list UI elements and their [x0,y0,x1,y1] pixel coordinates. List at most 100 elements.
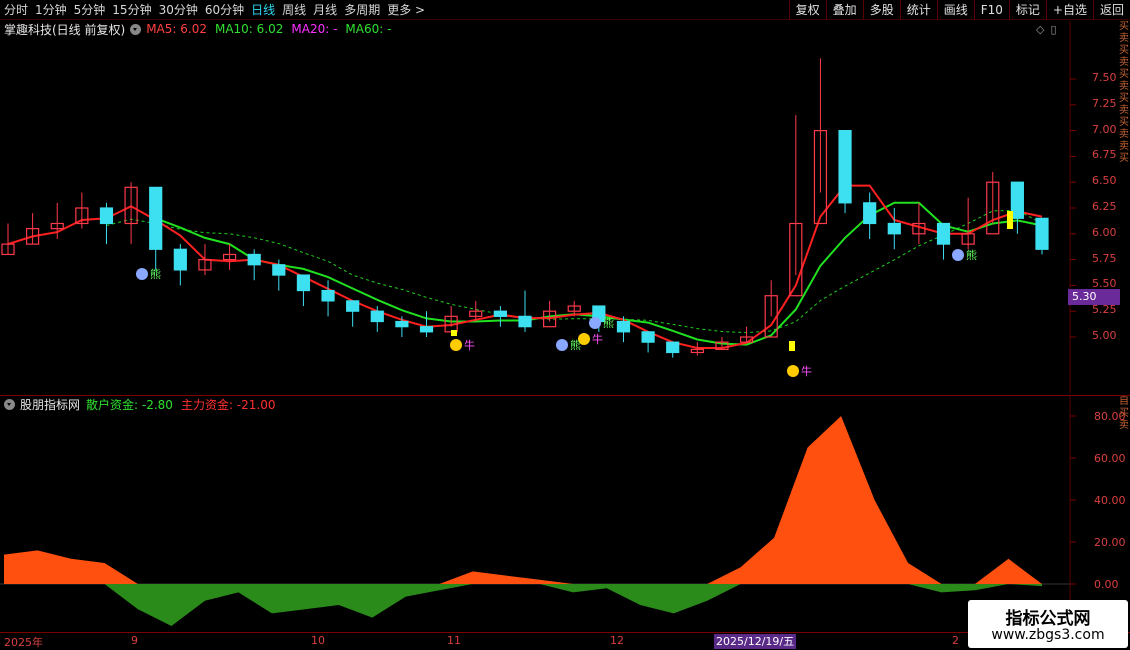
top-toolbar: 分时 1分钟 5分钟 15分钟 30分钟 60分钟 日线 周线 月线 多周期 更多 > 复权 叠加 多股… [0,0,1130,20]
tab-1[interactable]: 1分钟 [35,0,67,20]
candlestick-chart[interactable]: 熊熊熊牛 牛牛熊 [0,21,1130,393]
main-fund-area [4,416,1042,584]
bear-signal-icon: 熊 [952,248,977,262]
signal-label: 熊 [150,267,161,281]
stock-name: 掌趣科技(日线 前复权) [4,22,126,37]
candle-body [419,326,434,333]
panel-corner-icons: ◇ ▯ [1036,23,1057,36]
main-fund-label: 主力资金: -21.00 [180,397,276,412]
indicator-menu-icon[interactable] [4,398,15,410]
ma-label-3: MA60: - [345,22,392,36]
date-cursor-label: 2025/12/19/五 [714,634,797,649]
signal-label: 牛 [592,332,603,346]
candle-body [149,186,163,250]
diamond-icon[interactable]: ◇ [1036,23,1044,36]
tab-0[interactable]: 分时 [4,0,28,20]
tab-4[interactable]: 30分钟 [159,0,198,20]
price-tick-label: 7.50 [1092,71,1117,84]
candle-body [1035,217,1049,250]
price-tick-label: 5.00 [1092,329,1117,342]
signal-label: 熊 [570,338,581,352]
indicator-dropdown-icon[interactable] [130,23,142,35]
signal-marker-bar [451,330,457,336]
bear-signal-icon: 熊 [556,338,581,352]
candle-body [641,331,655,343]
candle-body [272,264,286,276]
toolbar-button-0[interactable]: 复权 [788,0,826,20]
fund-flow-chart[interactable] [0,396,1130,633]
price-tick-label: 5.75 [1092,251,1117,265]
toolbar-right-buttons: 复权 叠加 多股 统计 画线 F10 标记 +自选 返回 [788,0,1130,20]
indicator-panel[interactable]: 股朋指标网 散户资金: -2.80 主力资金: -21.00 80.00 60.0… [0,395,1130,633]
price-tick-label: 6.00 [1092,225,1117,239]
candle-body [321,289,335,302]
tab-8[interactable]: 月线 [313,0,337,20]
tab-7[interactable]: 周线 [282,0,306,20]
indicator-tick-label: 0.00 [1094,578,1119,591]
toolbar-button-3[interactable]: 统计 [899,0,937,20]
candle-body [936,222,951,245]
tab-5[interactable]: 60分钟 [205,0,244,20]
toolbar-button-6[interactable]: 标记 [1008,0,1046,20]
bull-signal-icon: 牛 [787,364,812,378]
tab-2[interactable]: 5分钟 [74,0,106,20]
site-watermark: 指标公式网 www.zbgs3.com [968,600,1128,648]
signal-label: 熊 [603,316,614,330]
toolbar-button-2[interactable]: 多股 [862,0,900,20]
tab-6[interactable]: 日线 [251,0,275,20]
side-signal-strip-2: 自买卖 [1119,396,1129,431]
current-price-label: 5.30 [1068,289,1120,305]
period-tabs: 分时 1分钟 5分钟 15分钟 30分钟 60分钟 日线 周线 月线 多周期 更多 > [4,0,432,20]
tab-3[interactable]: 15分钟 [112,0,151,20]
candle-body [173,248,187,271]
signal-label: 牛 [464,338,475,352]
price-panel[interactable]: 熊熊熊牛牛牛熊 掌趣科技(日线 前复权) MA5: 6.02 MA10: 6.02… [0,21,1130,393]
bull-signal-icon: 牛 [578,332,603,346]
candle-body [346,300,360,312]
date-label-4: 12 [610,634,624,647]
candle-body [370,310,384,323]
ma-label-1: MA10: 6.02 [214,22,284,36]
toolbar-button-8[interactable]: 返回 [1092,0,1130,20]
candle-body [863,202,877,225]
date-label-0: 2025年 [4,636,43,649]
candle-body [296,274,311,292]
ma-label-2: MA20: - [291,22,338,36]
toolbar-button-4[interactable]: 画线 [936,0,974,20]
candle-body [887,222,901,235]
window-icon[interactable]: ▯ [1050,23,1056,36]
toolbar-button-1[interactable]: 叠加 [825,0,863,20]
signal-face [136,268,148,280]
candle-body [395,320,409,328]
indicator-name: 股朋指标网 [20,397,81,412]
date-axis: 2025/12/19/五 2025年 9 10 11 12 2 [0,632,1130,650]
signal-marker-bar [1007,211,1013,229]
watermark-url: www.zbgs3.com [991,627,1105,643]
signal-face [952,249,964,261]
candle-body [247,253,261,266]
price-tick-label: 6.75 [1092,148,1117,162]
toolbar-button-5[interactable]: F10 [973,0,1009,20]
watermark-title: 指标公式网 [1005,609,1091,629]
ma-label-0: MA5: 6.02 [146,22,207,36]
signal-face [450,339,462,351]
ma-labels: MA5: 6.02 MA10: 6.02 MA20: - MA60: - [146,22,399,36]
tab-9[interactable]: 多周期 [344,0,380,20]
signal-label: 熊 [966,248,977,262]
price-tick-label: 7.00 [1092,122,1117,136]
toolbar-button-7[interactable]: +自选 [1045,0,1093,20]
retail-fund-label: 散户资金: -2.80 [86,397,173,412]
side-signal-strip: 买卖买卖买卖买卖买卖卖买 [1119,21,1129,164]
candle-body [1010,181,1024,219]
signal-face [787,365,799,377]
date-label-1: 9 [131,634,138,647]
signal-face [556,339,568,351]
price-tick-label: 7.25 [1092,96,1117,110]
candle-body [518,315,532,328]
price-tick-label: 6.50 [1092,174,1117,188]
retail-fund-area [4,584,1042,626]
bull-signal-icon: 牛 [450,338,475,352]
tab-10[interactable]: 更多 > [387,0,425,20]
date-label-5: 2 [952,634,959,647]
signal-marker-bar [789,341,795,351]
